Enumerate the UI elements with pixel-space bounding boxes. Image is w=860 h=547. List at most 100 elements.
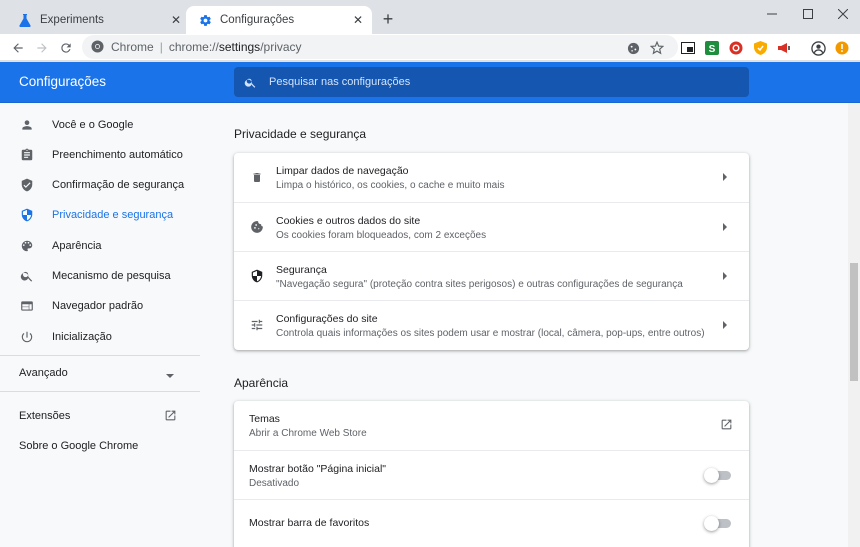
flask-icon — [18, 13, 32, 27]
sidebar-item-label: Mecanismo de pesquisa — [52, 270, 171, 282]
row-title: Mostrar botão "Página inicial" — [249, 463, 387, 475]
search-icon — [244, 76, 257, 89]
cookie-blocked-icon[interactable] — [623, 38, 643, 58]
settings-header: Configurações — [0, 62, 860, 103]
sidebar-advanced-toggle[interactable]: Avançado — [0, 358, 200, 388]
close-icon[interactable]: ✕ — [168, 12, 184, 28]
row-title: Segurança — [276, 264, 327, 276]
row-clear-browsing-data[interactable]: Limpar dados de navegação Limpa o histór… — [234, 153, 749, 202]
sidebar-item-default-browser[interactable]: Navegador padrão — [0, 291, 200, 321]
sidebar-divider — [0, 391, 200, 392]
sidebar-item-label: Você e o Google — [52, 119, 134, 131]
extension-megaphone-icon[interactable] — [774, 38, 794, 58]
extension-s-icon[interactable]: S — [702, 38, 722, 58]
open-in-new-icon[interactable] — [720, 418, 733, 436]
sidebar-item-safety-check[interactable]: Confirmação de segurança — [0, 170, 200, 200]
scrollbar-thumb[interactable] — [850, 263, 858, 381]
row-title: Temas — [249, 413, 280, 425]
chrome-icon — [91, 40, 105, 54]
power-icon — [18, 328, 36, 346]
sidebar-item-about[interactable]: Sobre o Google Chrome — [0, 431, 200, 461]
sidebar-divider — [0, 355, 200, 356]
person-icon — [18, 116, 36, 134]
row-security[interactable]: Segurança "Navegação segura" (proteção c… — [234, 251, 749, 300]
browser-toolbar: Chrome | chrome://settings/privacy S — [0, 34, 860, 61]
sidebar-item-label: Preenchimento automático — [52, 149, 183, 161]
sidebar-item-privacy[interactable]: Privacidade e segurança — [0, 200, 200, 230]
svg-text:S: S — [709, 44, 716, 55]
scrollbar[interactable] — [848, 103, 860, 547]
sidebar-item-label: Confirmação de segurança — [52, 179, 185, 191]
sidebar-item-you-and-google[interactable]: Você e o Google — [0, 110, 200, 140]
caret-down-icon — [166, 370, 174, 382]
about-label: Sobre o Google Chrome — [19, 440, 139, 452]
tab-strip: Experiments ✕ Configurações ✕ + — [0, 0, 860, 34]
section-title-privacy: Privacidade e segurança — [234, 127, 367, 141]
browser-icon — [18, 297, 36, 315]
picture-in-picture-icon[interactable] — [678, 38, 698, 58]
settings-search[interactable] — [234, 67, 749, 97]
back-button[interactable] — [8, 38, 28, 58]
row-cookies[interactable]: Cookies e outros dados do site Os cookie… — [234, 202, 749, 251]
shield-icon — [248, 267, 266, 285]
sidebar-item-autofill[interactable]: Preenchimento automático — [0, 140, 200, 170]
clipboard-icon — [18, 146, 36, 164]
home-button-toggle[interactable] — [704, 468, 731, 483]
chevron-right-icon — [719, 270, 731, 282]
row-subtitle: Controla quais informações os sites pode… — [276, 328, 705, 339]
sidebar-item-label: Aparência — [52, 240, 102, 252]
row-title: Limpar dados de navegação — [276, 165, 409, 177]
open-in-new-icon — [164, 409, 177, 425]
row-show-bookmarks-bar[interactable]: Mostrar barra de favoritos — [234, 499, 749, 547]
settings-content: Você e o Google Preenchimento automático… — [0, 103, 848, 547]
row-subtitle: Os cookies foram bloqueados, com 2 exceç… — [276, 230, 487, 241]
close-icon[interactable]: ✕ — [350, 12, 366, 28]
reload-button[interactable] — [56, 38, 76, 58]
profile-avatar-icon[interactable] — [808, 38, 828, 58]
row-show-home-button[interactable]: Mostrar botão "Página inicial" Desativad… — [234, 450, 749, 499]
tab-title: Configurações — [220, 14, 295, 26]
minimize-button[interactable] — [752, 0, 792, 28]
row-subtitle: Limpa o histórico, os cookies, o cache e… — [276, 180, 505, 191]
sidebar-item-search-engine[interactable]: Mecanismo de pesquisa — [0, 261, 200, 291]
sidebar-item-label: Privacidade e segurança — [52, 209, 174, 221]
cookie-icon — [248, 218, 266, 236]
chevron-right-icon — [719, 319, 731, 331]
bookmarks-bar-toggle[interactable] — [704, 516, 731, 531]
shield-check-icon — [18, 176, 36, 194]
update-alert-icon[interactable] — [832, 38, 852, 58]
sidebar-item-appearance[interactable]: Aparência — [0, 231, 200, 261]
row-themes[interactable]: Temas Abrir a Chrome Web Store — [234, 401, 749, 450]
new-tab-button[interactable]: + — [378, 9, 398, 29]
maximize-button[interactable] — [788, 0, 828, 28]
extension-shield-icon[interactable] — [750, 38, 770, 58]
star-icon[interactable] — [647, 38, 667, 58]
tab-settings[interactable]: Configurações ✕ — [186, 6, 372, 34]
tab-experiments[interactable]: Experiments ✕ — [8, 6, 190, 34]
browser-window: Experiments ✕ Configurações ✕ + Chrome |… — [0, 0, 860, 547]
gear-icon — [198, 13, 212, 27]
row-title: Cookies e outros dados do site — [276, 215, 421, 227]
palette-icon — [18, 237, 36, 255]
privacy-card: Limpar dados de navegação Limpa o histór… — [234, 153, 749, 350]
extension-record-icon[interactable] — [726, 38, 746, 58]
row-subtitle: Desativado — [249, 478, 300, 489]
chevron-right-icon — [719, 221, 731, 233]
url-text: chrome://settings/privacy — [168, 40, 302, 54]
address-bar[interactable]: Chrome | chrome://settings/privacy — [82, 35, 678, 59]
trash-icon — [248, 168, 266, 186]
close-window-button[interactable] — [823, 0, 860, 28]
sidebar-item-startup[interactable]: Inicialização — [0, 322, 200, 352]
page-title: Configurações — [19, 74, 107, 89]
tune-icon — [248, 316, 266, 334]
extensions-label: Extensões — [19, 410, 71, 422]
origin-label: Chrome — [111, 40, 154, 54]
sidebar-item-extensions[interactable]: Extensões — [0, 401, 200, 431]
search-input[interactable] — [269, 76, 709, 88]
row-site-settings[interactable]: Configurações do site Controla quais inf… — [234, 300, 749, 349]
shield-icon — [18, 206, 36, 224]
row-subtitle: "Navegação segura" (proteção contra site… — [276, 279, 683, 290]
forward-button[interactable] — [32, 38, 52, 58]
search-icon — [18, 267, 36, 285]
row-subtitle: Abrir a Chrome Web Store — [249, 428, 367, 439]
